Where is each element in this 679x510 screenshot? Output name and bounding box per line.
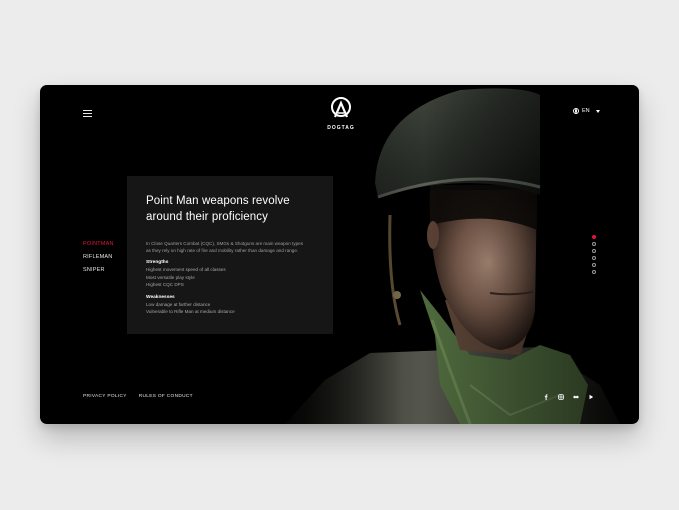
menu-line [83,116,92,117]
footer-links: PRIVACY POLICY RULES OF CONDUCT [83,394,193,399]
facebook-icon[interactable] [543,394,549,400]
class-item-rifleman[interactable]: RIFLEMAN [83,251,114,264]
dogtag-logo[interactable]: DOGTAG [319,95,363,131]
strength-item: Highest CQC DPS [146,281,184,287]
weakness-item: Vulnerable to Rifle Man at medium distan… [146,308,235,314]
pagination-dot-active[interactable] [592,235,596,239]
pagination-dot[interactable] [592,270,596,274]
pagination-dot[interactable] [592,256,596,260]
class-navigation: POINTMAN RIFLEMAN SNIPER [83,238,114,277]
menu-line [83,113,92,114]
logo-mark-icon [331,97,351,118]
card-desc-line: In Close Quarters Combat (CQC), SMGs & S… [146,241,304,246]
strength-item: Most versatile play style [146,274,195,280]
chevron-down-icon [595,109,600,113]
strengths-heading: Strengths [146,260,169,266]
logo-text: DOGTAG [327,125,355,131]
class-info-card: Point Man weapons revolve around their p… [127,176,333,334]
card-description: In Close Quarters Combat (CQC), SMGs & S… [146,240,314,254]
class-item-pointman[interactable]: POINTMAN [83,238,114,251]
weakness-item: Low damage at farther distance [146,301,211,307]
card-title: Point Man weapons revolve around their p… [146,194,314,225]
flickr-icon[interactable] [573,394,579,400]
privacy-policy-link[interactable]: PRIVACY POLICY [83,394,127,399]
weaknesses-heading: Weaknesses [146,294,175,300]
card-title-line: Point Man weapons revolve [146,195,290,207]
rules-of-conduct-link[interactable]: RULES OF CONDUCT [139,394,193,399]
class-item-sniper[interactable]: SNIPER [83,264,114,277]
social-links [543,394,594,400]
globe-icon [573,108,579,114]
browser-frame: DOGTAG EN POINTMAN RIFLEMAN SNIPER Point… [40,85,639,424]
menu-line [83,110,92,111]
hamburger-menu-button[interactable] [83,110,92,118]
card-title-line: around their proficiency [146,210,268,223]
strength-item: Highest movement speed of all classes [146,267,226,273]
pagination-dot[interactable] [592,249,596,253]
pagination-dot[interactable] [592,242,596,246]
youtube-play-icon[interactable] [588,394,594,400]
language-selector[interactable]: EN [573,108,600,114]
language-label: EN [582,108,590,114]
instagram-icon[interactable] [558,394,564,400]
slide-pagination [592,235,596,277]
pagination-dot[interactable] [592,263,596,267]
card-desc-line: as they rely on high rate of fire and mo… [146,248,299,254]
